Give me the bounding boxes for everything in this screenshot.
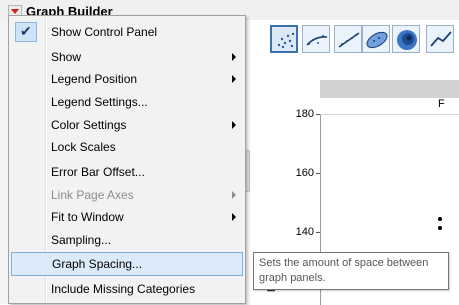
points-icon[interactable] xyxy=(270,25,298,53)
group-label: F xyxy=(438,98,445,110)
submenu-arrow-icon xyxy=(232,121,236,129)
data-point xyxy=(438,217,442,221)
submenu-arrow-icon xyxy=(232,191,236,199)
menu-item-graph-spacing[interactable]: Graph Spacing... xyxy=(11,252,243,276)
submenu-arrow-icon xyxy=(232,75,236,83)
y-tick xyxy=(316,232,320,233)
y-tick-label: 160 xyxy=(295,167,314,179)
menu-item-lock-scales[interactable]: Lock Scales xyxy=(11,136,243,158)
menu-item-legend-settings[interactable]: Legend Settings... xyxy=(11,91,243,113)
graph-group-header xyxy=(320,80,459,98)
y-tick xyxy=(316,114,320,115)
y-tick xyxy=(316,173,320,174)
menu-item-sampling[interactable]: Sampling... xyxy=(11,229,243,251)
y-tick-label: 180 xyxy=(295,108,314,120)
ellipse-icon[interactable] xyxy=(362,25,390,53)
data-point xyxy=(438,226,442,230)
check-icon: ✔ xyxy=(15,22,37,42)
graph-builder-context-menu: ✔ Show Control Panel Show Legend Positio… xyxy=(8,15,246,304)
line-icon[interactable] xyxy=(426,25,454,53)
line-of-fit-icon[interactable] xyxy=(334,25,362,53)
y-tick-label: 140 xyxy=(295,226,314,238)
menu-item-fit-to-window[interactable]: Fit to Window xyxy=(11,206,243,228)
menu-tooltip: Sets the amount of space between graph p… xyxy=(253,252,449,290)
submenu-arrow-icon xyxy=(232,53,236,61)
smoother-icon[interactable] xyxy=(302,25,330,53)
menu-item-legend-position[interactable]: Legend Position xyxy=(11,68,243,90)
contour-icon[interactable] xyxy=(392,25,420,53)
submenu-arrow-icon xyxy=(232,213,236,221)
menu-item-show[interactable]: Show xyxy=(11,46,243,68)
menu-item-color-settings[interactable]: Color Settings xyxy=(11,114,243,136)
menu-item-include-missing-categories[interactable]: Include Missing Categories xyxy=(11,278,243,300)
menu-item-error-bar-offset[interactable]: Error Bar Offset... xyxy=(11,161,243,183)
menu-item-link-page-axes: Link Page Axes xyxy=(11,184,243,206)
menu-item-show-control-panel[interactable]: ✔ Show Control Panel xyxy=(11,21,243,43)
